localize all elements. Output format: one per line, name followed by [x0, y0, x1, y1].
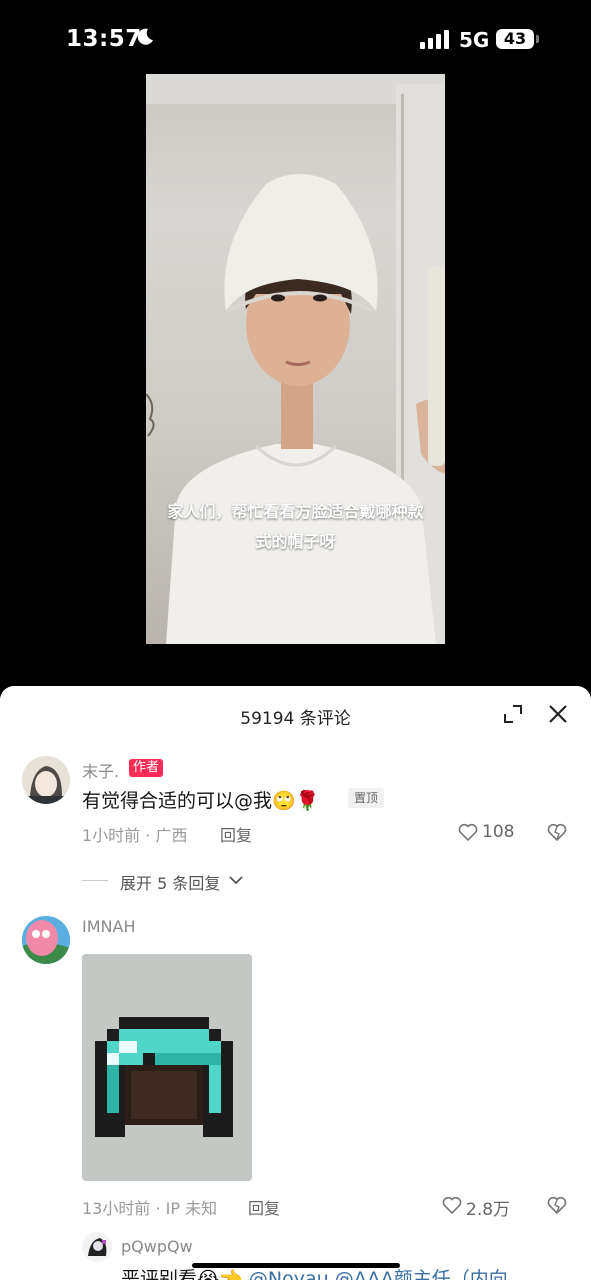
pinned-badge: 置顶 — [348, 788, 385, 808]
avatar[interactable] — [22, 756, 70, 804]
expand-replies-button[interactable]: 展开 5 条回复 — [120, 870, 220, 894]
heart-icon[interactable] — [442, 1196, 462, 1214]
author-badge: 作者 — [129, 759, 164, 777]
home-indicator — [192, 1263, 400, 1268]
avatar-image — [22, 756, 70, 804]
comment-meta: 13小时前 · IP 未知 — [82, 1199, 218, 1218]
battery-icon: 43 — [496, 29, 534, 49]
video-player[interactable]: 家人们，帮忙看看方脸适合戴哪种款 式的帽子呀 — [146, 74, 445, 644]
close-icon[interactable] — [547, 703, 569, 725]
chevron-down-icon[interactable] — [229, 875, 243, 885]
heart-icon[interactable] — [458, 823, 478, 841]
comment-text: 有觉得合适的可以@我🙄🌹 — [82, 790, 320, 812]
avatar[interactable] — [22, 916, 70, 964]
comment-meta: 1小时前 · 广西 — [82, 826, 188, 845]
avatar[interactable] — [82, 1232, 112, 1262]
status-time: 13:57 — [66, 26, 142, 52]
network-label: 5G — [459, 28, 490, 52]
comment-image[interactable] — [82, 954, 252, 1181]
signal-icon — [420, 30, 450, 49]
comment-username[interactable]: IMNAH — [82, 917, 135, 936]
like-count: 2.8万 — [466, 1200, 511, 1220]
video-caption-line2: 式的帽子呀 — [255, 532, 336, 551]
dislike-icon[interactable] — [547, 1196, 567, 1214]
status-bar: 13:57 5G 43 — [0, 0, 591, 80]
mention-link[interactable]: @AAA颜主任（内向 — [335, 1268, 508, 1280]
moon-icon — [137, 28, 153, 45]
video-caption-line1: 家人们，帮忙看看方脸适合戴哪种款 — [167, 502, 424, 521]
video-frame — [146, 74, 445, 644]
avatar-image — [82, 1232, 112, 1262]
mention-link[interactable]: @Noyau — [249, 1268, 329, 1280]
comments-sheet: 59194 条评论 末子. 作者 有觉得合适的可以@我🙄🌹 置顶 1小时前 · … — [0, 686, 591, 1280]
reply-button[interactable]: 回复 — [248, 1195, 280, 1219]
avatar-image — [22, 916, 70, 964]
dislike-icon[interactable] — [547, 823, 567, 841]
diamond-helmet-image — [95, 1017, 233, 1137]
replies-divider — [82, 880, 108, 881]
like-count: 108 — [482, 822, 515, 842]
expand-icon[interactable] — [503, 704, 523, 724]
reply-text-start: 恶评别看😭👈 — [121, 1268, 243, 1280]
battery-tip — [536, 35, 539, 43]
reply-username[interactable]: pQwpQw — [121, 1237, 193, 1256]
reply-button[interactable]: 回复 — [220, 822, 252, 846]
comment-username[interactable]: 末子. — [82, 758, 119, 782]
